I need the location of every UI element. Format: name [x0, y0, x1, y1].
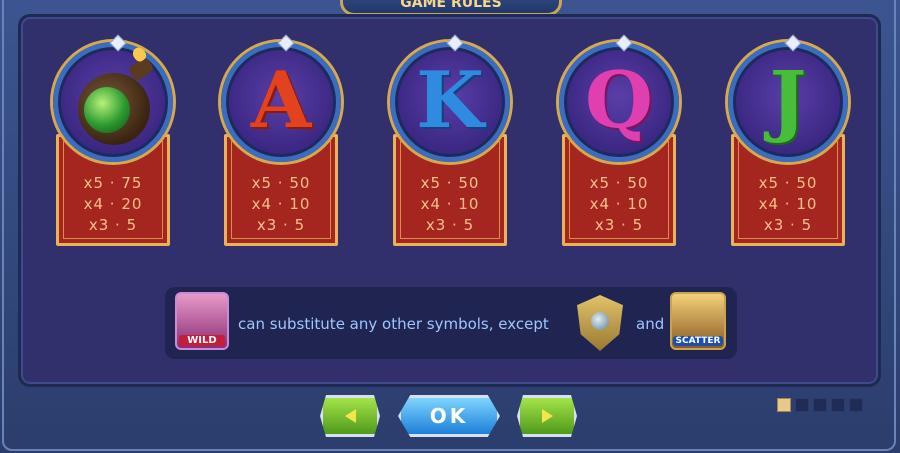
- game-rules-window: GAME RULES x5 · 75 x4 · 20 x3 · 5 x5 · 5…: [0, 0, 900, 453]
- payout-x3: x3 · 5: [425, 216, 475, 234]
- symbol-k: x5 · 50 x4 · 10 x3 · 5 K: [390, 34, 510, 248]
- payout-x5: x5 · 50: [420, 174, 480, 192]
- prev-page-button[interactable]: [320, 395, 380, 437]
- letter-q-icon: Q: [585, 55, 653, 146]
- payout-x4: x4 · 20: [83, 195, 143, 213]
- payout-x3: x3 · 5: [763, 216, 813, 234]
- page-indicator: [777, 398, 863, 412]
- ok-button[interactable]: OK: [398, 395, 500, 437]
- wild-description: can substitute any other symbols, except: [238, 315, 549, 333]
- bomb-icon: [78, 73, 150, 145]
- letter-a-icon: A: [250, 55, 312, 146]
- page-dot-3[interactable]: [813, 398, 827, 412]
- page-dot-5[interactable]: [849, 398, 863, 412]
- symbol-j: x5 · 50 x4 · 10 x3 · 5 J: [728, 34, 848, 248]
- wild-info-box: WILD can substitute any other symbols, e…: [165, 287, 737, 359]
- letter-k-icon: K: [416, 55, 484, 146]
- shield-icon: [577, 295, 623, 351]
- and-text: and: [636, 315, 665, 333]
- payout-x3: x3 · 5: [88, 216, 138, 234]
- payout-x4: x4 · 10: [251, 195, 311, 213]
- next-page-button[interactable]: [517, 395, 577, 437]
- payout-x4: x4 · 10: [589, 195, 649, 213]
- symbol-medal: J: [728, 34, 848, 162]
- arrow-right-icon: [541, 409, 553, 423]
- symbol-medal: A: [221, 34, 341, 162]
- payout-x5: x5 · 50: [758, 174, 818, 192]
- symbol-medal: K: [390, 34, 510, 162]
- wild-icon: WILD: [175, 292, 229, 350]
- wild-label: WILD: [179, 335, 225, 346]
- symbol-medal: [53, 34, 173, 162]
- payout-x4: x4 · 10: [420, 195, 480, 213]
- payout-x3: x3 · 5: [256, 216, 306, 234]
- scatter-label: SCATTER: [673, 336, 723, 346]
- ok-label: OK: [429, 404, 469, 428]
- symbol-bomb: x5 · 75 x4 · 20 x3 · 5: [53, 34, 173, 248]
- payout-x4: x4 · 10: [758, 195, 818, 213]
- page-dot-4[interactable]: [831, 398, 845, 412]
- symbol-a: x5 · 50 x4 · 10 x3 · 5 A: [221, 34, 341, 248]
- payout-x5: x5 · 75: [83, 174, 143, 192]
- page-title: GAME RULES: [400, 0, 502, 11]
- page-dot-2[interactable]: [795, 398, 809, 412]
- scatter-icon: SCATTER: [670, 292, 726, 350]
- page-dot-1[interactable]: [777, 398, 791, 412]
- symbol-medal: Q: [559, 34, 679, 162]
- letter-j-icon: J: [769, 55, 807, 146]
- arrow-left-icon: [344, 409, 356, 423]
- payout-x5: x5 · 50: [589, 174, 649, 192]
- payout-x5: x5 · 50: [251, 174, 311, 192]
- symbol-q: x5 · 50 x4 · 10 x3 · 5 Q: [559, 34, 679, 248]
- payout-x3: x3 · 5: [594, 216, 644, 234]
